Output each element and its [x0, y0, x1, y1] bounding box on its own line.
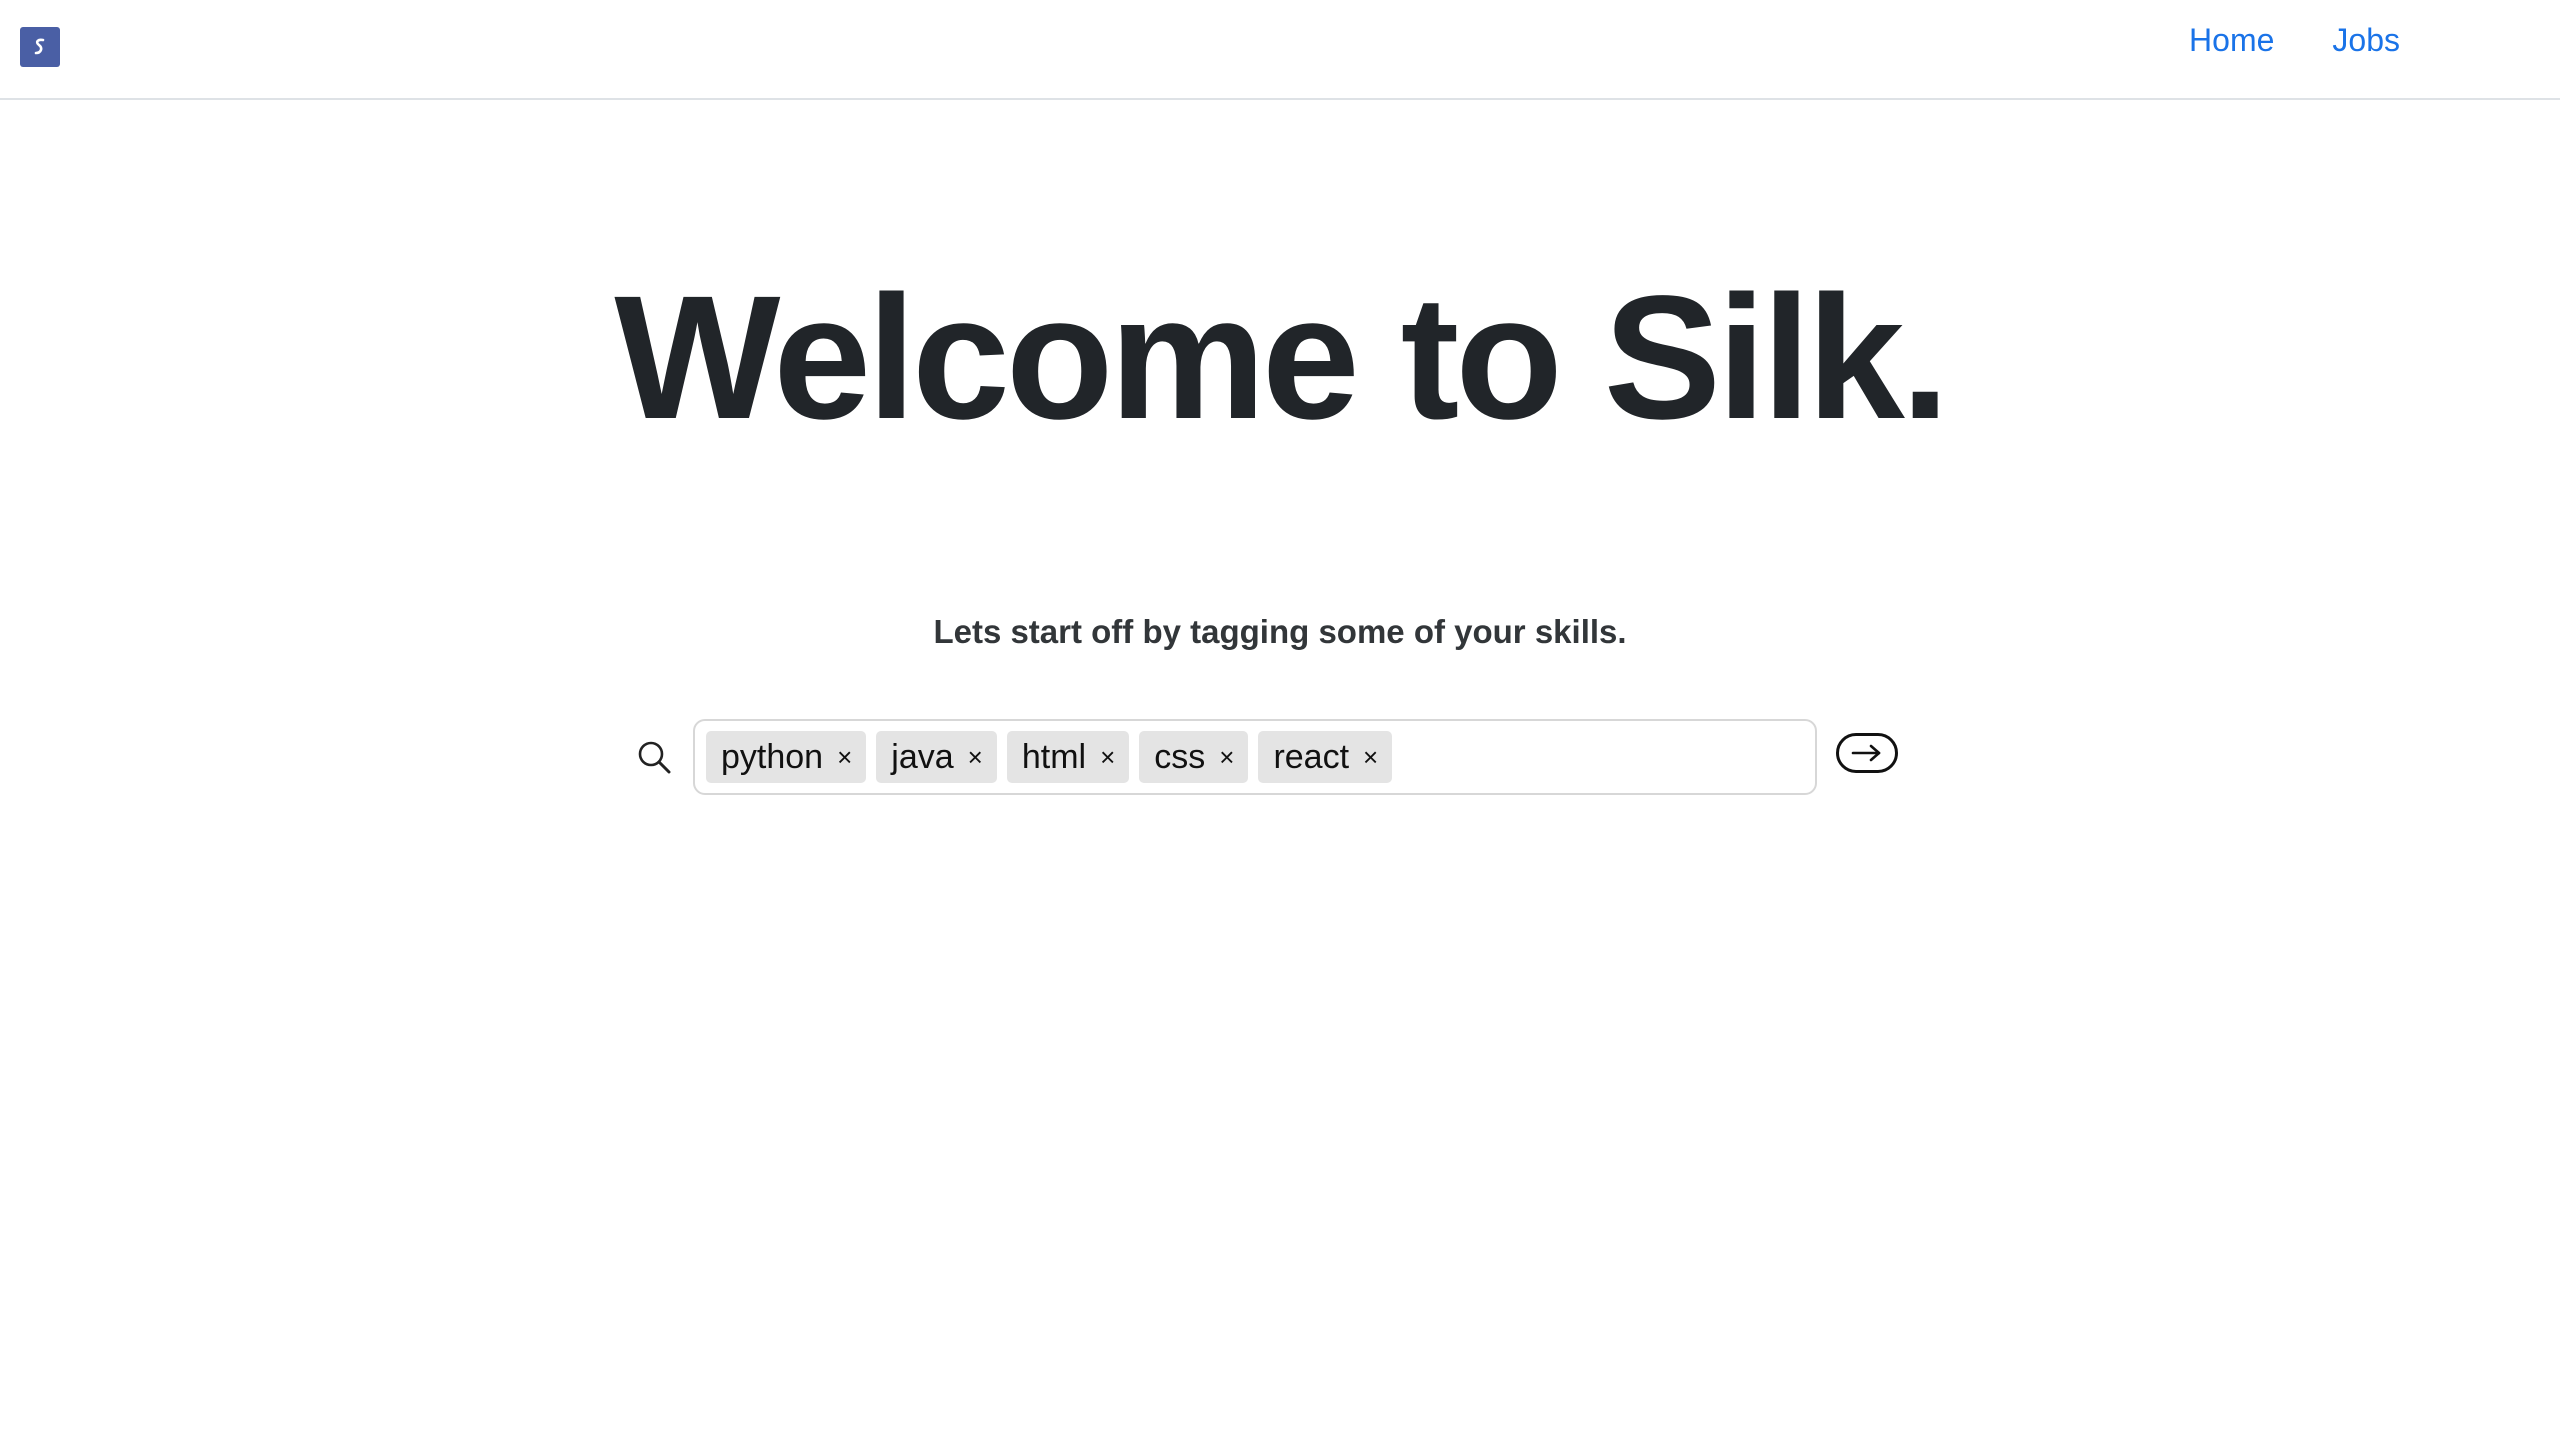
tag-remove-icon[interactable]: ×	[1100, 744, 1115, 770]
skill-tag-label: python	[721, 737, 824, 776]
nav-jobs-link[interactable]: Jobs	[2332, 22, 2400, 59]
skill-tag: html ×	[1006, 731, 1130, 783]
skill-tag: python ×	[706, 731, 867, 783]
page-subtitle: Lets start off by tagging some of your s…	[933, 613, 1627, 650]
page-title: Welcome to Silk.	[614, 260, 1949, 456]
skills-search-row: python × java × html × css × react ×	[636, 719, 1898, 795]
navbar: Home Jobs	[0, 0, 2560, 100]
nav-home-link[interactable]: Home	[2189, 22, 2274, 59]
skill-tag-label: html	[1021, 737, 1087, 776]
skill-tag-label: react	[1273, 737, 1350, 776]
skill-tag-label: css	[1154, 737, 1206, 776]
skill-tag: java ×	[876, 731, 997, 783]
skill-tag: react ×	[1258, 731, 1393, 783]
skill-tag: css ×	[1139, 731, 1249, 783]
logo-glyph	[34, 38, 45, 55]
arrow-right-icon	[1851, 744, 1881, 762]
submit-skills-button[interactable]	[1836, 733, 1898, 773]
skill-text-input[interactable]	[1402, 731, 1846, 783]
skills-tag-input[interactable]: python × java × html × css × react ×	[693, 719, 1846, 795]
tag-remove-icon[interactable]: ×	[1363, 744, 1378, 770]
tag-remove-icon[interactable]: ×	[968, 744, 983, 770]
nav-links: Home Jobs	[2189, 22, 2400, 59]
search-icon	[636, 739, 674, 777]
tag-remove-icon[interactable]: ×	[837, 744, 852, 770]
tag-remove-icon[interactable]: ×	[1219, 744, 1234, 770]
skill-tag-label: java	[891, 737, 954, 776]
silk-logo-icon[interactable]	[20, 27, 60, 67]
